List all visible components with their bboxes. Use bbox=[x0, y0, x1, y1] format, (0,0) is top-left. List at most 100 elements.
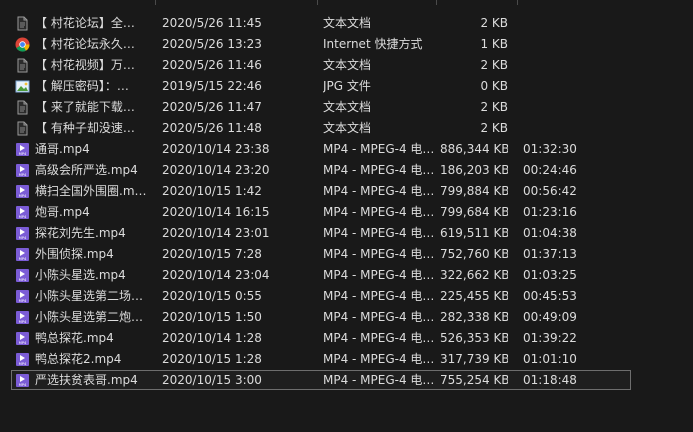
file-type: Internet 快捷方式 bbox=[323, 37, 423, 51]
file-duration: 01:37:13 bbox=[523, 247, 577, 261]
file-name: 横扫全国外围圈.m… bbox=[35, 184, 147, 198]
file-row[interactable]: 【 村花论坛永久… 2020/5/26 13:23 Internet 快捷方式 1 K… bbox=[0, 34, 693, 55]
file-type: MP4 - MPEG-4 电… bbox=[323, 205, 435, 219]
mp4-file-icon: MP4 bbox=[15, 226, 30, 241]
file-date-modified: 2020/10/15 0:55 bbox=[162, 289, 262, 303]
mp4-file-icon: MP4 bbox=[15, 184, 30, 199]
file-size: 526,353 KB bbox=[440, 331, 508, 345]
file-size: 282,338 KB bbox=[440, 310, 508, 324]
mp4-file-icon: MP4 bbox=[15, 163, 30, 178]
file-size: 322,662 KB bbox=[440, 268, 508, 282]
file-name: 探花刘先生.mp4 bbox=[35, 226, 126, 240]
mp4-file-icon: MP4 bbox=[15, 289, 30, 304]
mp4-file-icon: MP4 bbox=[15, 268, 30, 283]
column-divider[interactable] bbox=[155, 0, 156, 5]
file-row[interactable]: 【 有种子却没速… 2020/5/26 11:48 文本文档 2 KB bbox=[0, 118, 693, 139]
svg-text:MP4: MP4 bbox=[19, 278, 27, 282]
file-size: 752,760 KB bbox=[440, 247, 508, 261]
file-date-modified: 2020/10/14 16:15 bbox=[162, 205, 270, 219]
file-name: 【 来了就能下载… bbox=[35, 100, 135, 114]
file-type: 文本文档 bbox=[323, 16, 372, 30]
file-row[interactable]: MP4 炮哥.mp4 2020/10/14 16:15 MP4 - MPEG-4 电…… bbox=[0, 202, 693, 223]
file-type: 文本文档 bbox=[323, 121, 372, 135]
file-row[interactable]: MP4 鸭总探花.mp4 2020/10/14 1:28 MP4 - MPEG-4 电… bbox=[0, 328, 693, 349]
text-file-icon bbox=[15, 100, 30, 115]
file-date-modified: 2020/5/26 11:47 bbox=[162, 100, 262, 114]
file-type: MP4 - MPEG-4 电… bbox=[323, 163, 435, 177]
svg-text:MP4: MP4 bbox=[19, 383, 27, 387]
file-name: 【 村花论坛】全… bbox=[35, 16, 135, 30]
mp4-file-icon: MP4 bbox=[15, 310, 30, 325]
svg-text:MP4: MP4 bbox=[19, 362, 27, 366]
file-duration: 00:56:42 bbox=[523, 184, 577, 198]
column-divider[interactable] bbox=[517, 0, 518, 5]
file-date-modified: 2020/10/14 23:04 bbox=[162, 268, 270, 282]
file-size: 1 KB bbox=[480, 37, 508, 51]
file-name: 小陈头星选第二炮… bbox=[35, 310, 144, 324]
file-date-modified: 2020/5/26 11:45 bbox=[162, 16, 262, 30]
file-duration: 01:39:22 bbox=[523, 331, 577, 345]
file-duration: 00:49:09 bbox=[523, 310, 577, 324]
file-name: 小陈头星选.mp4 bbox=[35, 268, 126, 282]
file-type: MP4 - MPEG-4 电… bbox=[323, 352, 435, 366]
file-row[interactable]: 【 村花论坛】全… 2020/5/26 11:45 文本文档 2 KB bbox=[0, 13, 693, 34]
file-row[interactable]: 【 来了就能下载… 2020/5/26 11:47 文本文档 2 KB bbox=[0, 97, 693, 118]
file-size: 619,511 KB bbox=[440, 226, 508, 240]
file-row[interactable]: MP4 小陈头星选第二炮… 2020/10/15 1:50 MP4 - MPEG-4 … bbox=[0, 307, 693, 328]
file-row[interactable]: MP4 鸭总探花2.mp4 2020/10/15 1:28 MP4 - MPEG-4 … bbox=[0, 349, 693, 370]
file-size: 799,884 KB bbox=[440, 184, 508, 198]
file-row[interactable]: MP4 探花刘先生.mp4 2020/10/14 23:01 MP4 - MPEG-4… bbox=[0, 223, 693, 244]
file-row[interactable]: MP4 小陈头星选第二场… 2020/10/15 0:55 MP4 - MPEG-4 … bbox=[0, 286, 693, 307]
file-name: 通哥.mp4 bbox=[35, 142, 90, 156]
file-name: 高级会所严选.mp4 bbox=[35, 163, 138, 177]
file-row[interactable]: MP4 横扫全国外围圈.m… 2020/10/15 1:42 MP4 - MPEG-4… bbox=[0, 181, 693, 202]
file-size: 317,739 KB bbox=[440, 352, 508, 366]
file-type: MP4 - MPEG-4 电… bbox=[323, 247, 435, 261]
file-name: 外围侦探.mp4 bbox=[35, 247, 114, 261]
file-type: JPG 文件 bbox=[323, 79, 371, 93]
file-date-modified: 2020/5/26 11:46 bbox=[162, 58, 262, 72]
file-size: 0 KB bbox=[480, 79, 508, 93]
file-date-modified: 2020/10/15 1:28 bbox=[162, 352, 262, 366]
file-size: 755,254 KB bbox=[440, 373, 508, 387]
file-duration: 01:23:16 bbox=[523, 205, 577, 219]
file-row[interactable]: MP4 外围侦探.mp4 2020/10/15 7:28 MP4 - MPEG-4 电… bbox=[0, 244, 693, 265]
file-duration: 01:03:25 bbox=[523, 268, 577, 282]
file-date-modified: 2020/10/14 1:28 bbox=[162, 331, 262, 345]
file-name: 炮哥.mp4 bbox=[35, 205, 90, 219]
mp4-file-icon: MP4 bbox=[15, 142, 30, 157]
file-row[interactable]: 【 村花视频】万… 2020/5/26 11:46 文本文档 2 KB bbox=[0, 55, 693, 76]
file-size: 886,344 KB bbox=[440, 142, 508, 156]
file-row[interactable]: MP4 高级会所严选.mp4 2020/10/14 23:20 MP4 - MPEG-… bbox=[0, 160, 693, 181]
file-name: 鸭总探花.mp4 bbox=[35, 331, 114, 345]
file-duration: 01:18:48 bbox=[523, 373, 577, 387]
svg-text:MP4: MP4 bbox=[19, 152, 27, 156]
file-size: 186,203 KB bbox=[440, 163, 508, 177]
file-name: 【 村花视频】万… bbox=[35, 58, 135, 72]
file-size: 2 KB bbox=[480, 16, 508, 30]
column-divider[interactable] bbox=[317, 0, 318, 5]
file-date-modified: 2020/10/14 23:01 bbox=[162, 226, 270, 240]
file-type: MP4 - MPEG-4 电… bbox=[323, 184, 435, 198]
svg-text:MP4: MP4 bbox=[19, 194, 27, 198]
text-file-icon bbox=[15, 121, 30, 136]
mp4-file-icon: MP4 bbox=[15, 247, 30, 262]
mp4-file-icon: MP4 bbox=[15, 352, 30, 367]
file-type: MP4 - MPEG-4 电… bbox=[323, 373, 435, 387]
file-duration: 00:24:46 bbox=[523, 163, 577, 177]
file-size: 2 KB bbox=[480, 100, 508, 114]
column-header-strip bbox=[0, 0, 693, 5]
column-divider[interactable] bbox=[436, 0, 437, 5]
file-row[interactable]: MP4 严选扶贫表哥.mp4 2020/10/15 3:00 MP4 - MPEG-4… bbox=[0, 370, 693, 391]
file-list: 【 村花论坛】全… 2020/5/26 11:45 文本文档 2 KB 【 村花论坛永久… bbox=[0, 13, 693, 391]
file-row[interactable]: MP4 通哥.mp4 2020/10/14 23:38 MP4 - MPEG-4 电…… bbox=[0, 139, 693, 160]
file-type: MP4 - MPEG-4 电… bbox=[323, 226, 435, 240]
svg-text:MP4: MP4 bbox=[19, 341, 27, 345]
file-row[interactable]: 【 解压密码】：… 2019/5/15 22:46 JPG 文件 0 KB bbox=[0, 76, 693, 97]
text-file-icon bbox=[15, 16, 30, 31]
svg-text:MP4: MP4 bbox=[19, 173, 27, 177]
file-type: 文本文档 bbox=[323, 58, 372, 72]
file-size: 2 KB bbox=[480, 58, 508, 72]
file-name: 严选扶贫表哥.mp4 bbox=[35, 373, 138, 387]
file-row[interactable]: MP4 小陈头星选.mp4 2020/10/14 23:04 MP4 - MPEG-4… bbox=[0, 265, 693, 286]
